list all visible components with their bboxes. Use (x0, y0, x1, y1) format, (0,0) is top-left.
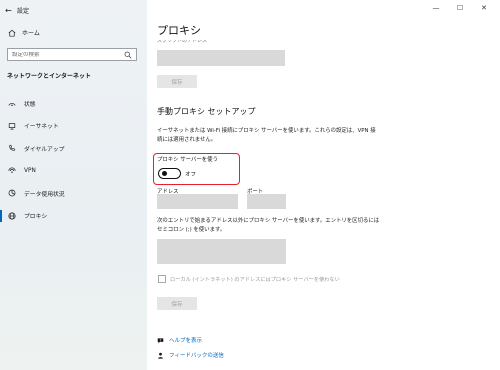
save-button-top[interactable]: 保存 (157, 75, 197, 88)
sidebar-item-label: プロキシ (24, 214, 48, 221)
help-icon: ? (157, 338, 164, 343)
maximize-button[interactable]: ☐ (448, 2, 472, 14)
help-link[interactable]: ヘルプを表示 (169, 336, 202, 344)
title-bar-left: ← 設定 (5, 4, 29, 16)
sidebar-item-proxy[interactable]: プロキシ (0, 205, 147, 228)
sidebar-item-status[interactable]: 状態 (0, 92, 147, 115)
back-arrow-icon[interactable]: ← (5, 6, 15, 15)
dialup-icon (9, 145, 16, 151)
minimize-button[interactable]: — (424, 2, 448, 14)
local-bypass-row[interactable]: ローカル (イントラネット) のアドレスにはプロキシ サーバーを使わない (158, 275, 340, 283)
home-icon (8, 29, 16, 37)
status-icon (8, 103, 16, 107)
sidebar-item-vpn[interactable]: VPN (0, 160, 147, 183)
exceptions-description: 次のエントリで始まるアドレス以外にプロキシ サーバーを使います。エントリを区切る… (157, 218, 380, 233)
feedback-link[interactable]: フィードバックの送信 (169, 351, 224, 359)
sidebar-item-dialup[interactable]: ダイヤルアップ (0, 137, 147, 160)
sidebar-item-label: VPN (24, 167, 36, 174)
local-bypass-checkbox[interactable] (158, 275, 166, 283)
feedback-person-icon (158, 352, 163, 359)
address-input[interactable] (157, 194, 238, 209)
vpn-icon (8, 167, 16, 173)
search-box[interactable] (7, 48, 137, 61)
page-title: プロキシ (157, 24, 201, 37)
section-title: ネットワークとインターネット (7, 73, 92, 80)
home-link[interactable]: ホーム (8, 28, 40, 37)
save-button-bottom[interactable]: 保存 (157, 297, 197, 310)
use-proxy-label: プロキシ サーバーを使う (157, 157, 218, 163)
sidebar-item-label: データ使用状況 (24, 191, 65, 198)
proxy-icon (8, 212, 16, 220)
use-proxy-state: オフ (185, 172, 197, 178)
sidebar-nav: 状態 イーサネット ダイヤルアップ VPN データ使用状況 プロキシ (0, 92, 147, 227)
sidebar-item-data-usage[interactable]: データ使用状況 (0, 182, 147, 205)
sidebar-item-ethernet[interactable]: イーサネット (0, 115, 147, 138)
local-bypass-label: ローカル (イントラネット) のアドレスにはプロキシ サーバーを使わない (170, 276, 340, 283)
sidebar-item-label: 状態 (24, 101, 36, 108)
feedback-link-row[interactable]: フィードバックの送信 (157, 351, 224, 359)
search-icon[interactable] (124, 51, 132, 59)
data-usage-icon (8, 189, 16, 197)
window-controls: — ☐ ✕ (424, 2, 496, 14)
close-button[interactable]: ✕ (472, 2, 496, 14)
ethernet-icon (8, 122, 16, 130)
use-proxy-toggle[interactable] (158, 168, 181, 179)
search-input[interactable] (12, 51, 117, 58)
sidebar-item-label: イーサネット (24, 124, 59, 131)
app-title: 設定 (17, 7, 30, 15)
script-address-input[interactable] (157, 50, 285, 66)
sidebar-item-label: ダイヤルアップ (24, 146, 65, 153)
manual-proxy-description: イーサネットまたは Wi-Fi 接続にプロキシ サーバーを使います。これらの設定… (157, 128, 376, 143)
exceptions-input[interactable] (157, 239, 286, 264)
toggle-knob (162, 171, 167, 176)
help-link-row[interactable]: ? ヘルプを表示 (157, 336, 202, 344)
sidebar: ← 設定 ホーム ネットワークとインターネット 状態 イーサネット ダイヤルアッ… (0, 0, 147, 370)
main-panel: — ☐ ✕ プロキシ スクリプトのアドレス 保存 手動プロキシ セットアップ イ… (147, 0, 500, 370)
script-address-label: スクリプトのアドレス (157, 40, 208, 44)
port-input[interactable] (247, 194, 286, 209)
manual-proxy-heading: 手動プロキシ セットアップ (157, 107, 256, 116)
home-label: ホーム (22, 30, 40, 37)
